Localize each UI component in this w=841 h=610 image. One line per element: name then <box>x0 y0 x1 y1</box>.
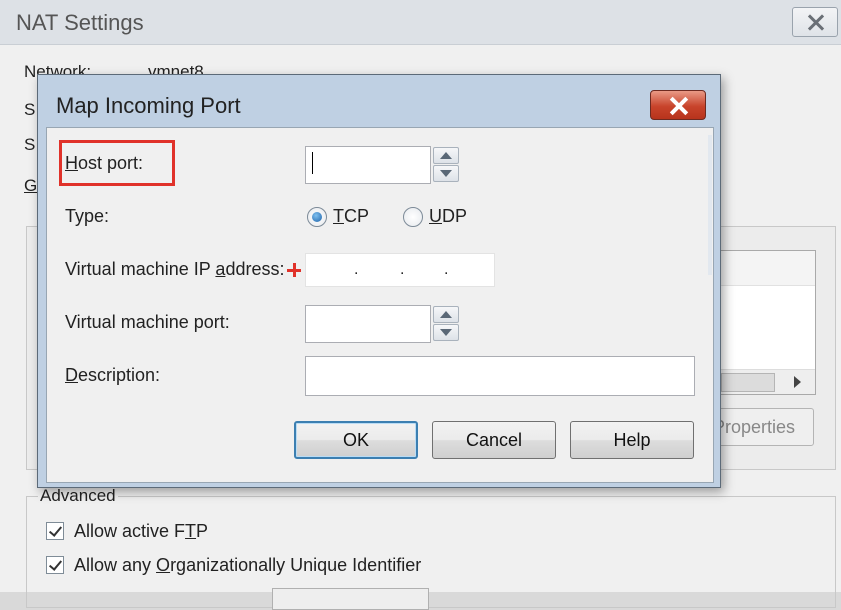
text-caret <box>312 152 313 174</box>
ip-separator: . <box>444 261 449 278</box>
ok-button[interactable]: OK <box>294 421 418 459</box>
map-incoming-port-dialog: Map Incoming Port Host port: Type: TCP U… <box>37 74 721 488</box>
host-port-label: Host port: <box>65 153 144 173</box>
nat-row-label-3: S <box>24 135 36 154</box>
vm-ip-input[interactable]: . . . <box>305 253 495 287</box>
udp-label[interactable]: UDP <box>429 206 467 227</box>
udp-radio[interactable] <box>403 207 423 227</box>
properties-button[interactable]: Properties <box>712 408 814 446</box>
spin-down-icon[interactable] <box>433 165 459 182</box>
help-button[interactable]: Help <box>570 421 694 459</box>
cancel-button[interactable]: Cancel <box>432 421 556 459</box>
advanced-group <box>26 496 836 608</box>
advanced-label: Advanced <box>38 486 118 506</box>
dialog-scroll-edge <box>708 135 712 275</box>
vm-port-label: Virtual machine port: <box>65 312 230 332</box>
description-label: Description: <box>65 365 161 385</box>
description-input[interactable] <box>305 356 695 396</box>
spin-down-icon[interactable] <box>433 324 459 341</box>
close-icon[interactable] <box>650 90 706 120</box>
dialog-title: Map Incoming Port <box>56 93 241 118</box>
allow-active-ftp-checkbox[interactable] <box>46 522 64 540</box>
nat-row-label-2: S <box>24 100 36 119</box>
allow-active-ftp-label: Allow active FTP <box>74 521 209 541</box>
spin-up-icon[interactable] <box>433 147 459 164</box>
ip-separator: . <box>354 261 359 278</box>
nat-window-title: NAT Settings <box>16 10 144 35</box>
allow-oui-label: Allow any Organizationally Unique Identi… <box>74 555 422 575</box>
crosshair-cursor-icon <box>287 263 301 277</box>
ip-separator: . <box>400 261 405 278</box>
vm-ip-label: Virtual machine IP address: <box>65 259 285 279</box>
host-port-input[interactable] <box>305 146 431 184</box>
dialog-body: Host port: Type: TCP UDP Virtual machine… <box>46 127 714 483</box>
nat-bottom-button[interactable] <box>272 588 429 610</box>
tcp-label[interactable]: TCP <box>333 206 369 227</box>
spin-up-icon[interactable] <box>433 306 459 323</box>
scroll-right-icon[interactable] <box>794 376 801 388</box>
nat-close-icon[interactable] <box>792 7 838 37</box>
type-label: Type: <box>65 206 110 226</box>
nat-titlebar: NAT Settings <box>0 0 841 45</box>
nat-row-label-4: G <box>24 176 38 195</box>
vm-port-input[interactable] <box>305 305 431 343</box>
scrollbar-thumb[interactable] <box>721 373 775 392</box>
tcp-radio[interactable] <box>307 207 327 227</box>
allow-oui-checkbox[interactable] <box>46 556 64 574</box>
